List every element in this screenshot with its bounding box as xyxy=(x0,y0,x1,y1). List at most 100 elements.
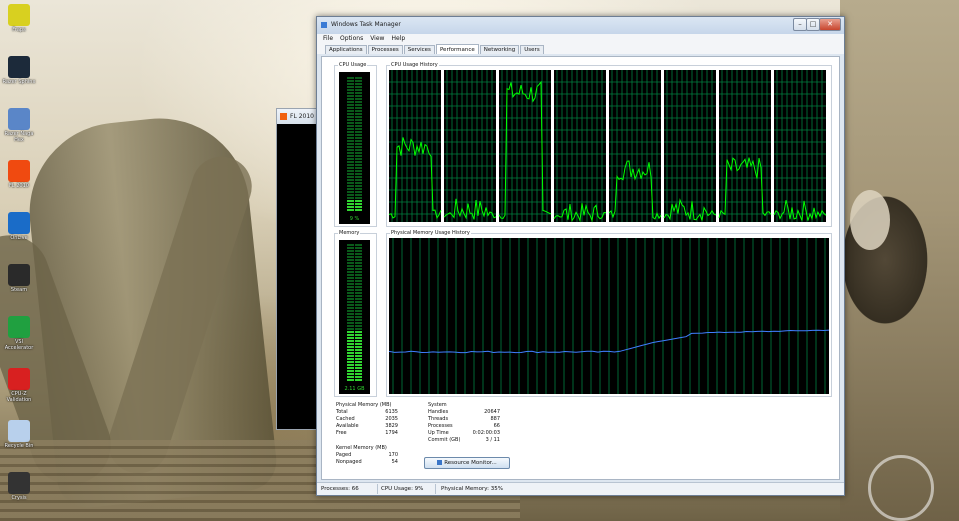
cpu-meter-segment xyxy=(347,104,354,106)
core-graph xyxy=(389,70,442,222)
menu-view[interactable]: View xyxy=(370,34,384,43)
fl-studio-icon xyxy=(280,113,287,120)
resource-monitor-button[interactable]: Resource Monitor... xyxy=(424,457,510,469)
tab-processes[interactable]: Processes xyxy=(367,45,403,54)
cpu-meter-segment xyxy=(355,203,362,205)
memory-meter-segment xyxy=(355,265,362,267)
cpu-meter-segment xyxy=(347,122,354,124)
fl-title-text: FL 2010 xyxy=(290,113,314,120)
memory-meter-segment xyxy=(355,253,362,255)
cpu-meter-segment xyxy=(355,155,362,157)
memory-meter-segment xyxy=(347,262,354,264)
title-bar[interactable]: Windows Task Manager – □ ✕ xyxy=(317,17,844,34)
cpu-usage-meter-bars xyxy=(347,77,362,211)
cpu-meter-segment xyxy=(347,107,354,109)
cpu-meter-segment xyxy=(347,134,354,136)
wallpaper-logo xyxy=(868,455,934,521)
memory-meter-segment xyxy=(347,319,354,321)
memory-meter-segment xyxy=(355,361,362,363)
cpu-meter-segment xyxy=(347,86,354,88)
desktop-icon[interactable]: Razer Sphinx xyxy=(2,56,36,85)
desktop-icon[interactable]: Recycle Bin xyxy=(2,420,36,449)
memory-meter-segment xyxy=(347,304,354,306)
memory-meter-segment xyxy=(347,259,354,261)
stats-value: 2035 xyxy=(385,416,398,422)
app-icon xyxy=(8,368,30,390)
memory-meter-segment xyxy=(347,334,354,336)
memory-meter-segment xyxy=(355,370,362,372)
cpu-meter-segment xyxy=(347,155,354,157)
desktop-icon-label: Fraps xyxy=(12,27,26,33)
memory-meter-segment xyxy=(355,346,362,348)
desktop-icon[interactable]: FL 2010 xyxy=(2,160,36,189)
desktop-icon[interactable]: OnLive xyxy=(2,212,36,241)
cpu-meter-segment xyxy=(355,185,362,187)
menu-file[interactable]: File xyxy=(323,34,333,43)
cpu-meter-segment xyxy=(347,101,354,103)
cpu-meter-segment xyxy=(355,104,362,106)
memory-meter-segment xyxy=(355,262,362,264)
stats-row: Cached 2035 xyxy=(336,416,398,422)
task-manager-window[interactable]: Windows Task Manager – □ ✕ File Options … xyxy=(316,16,845,496)
fl-studio-window[interactable]: FL 2010 xyxy=(276,108,320,430)
cpu-meter-segment xyxy=(347,179,354,181)
desktop-icon[interactable]: VSI Accelerator xyxy=(2,316,36,351)
memory-meter-segment xyxy=(347,328,354,330)
desktop-icon[interactable]: Crysis xyxy=(2,472,36,501)
maximize-button[interactable]: □ xyxy=(806,18,820,31)
cpu-meter-segment xyxy=(355,182,362,184)
cpu-history-graphs xyxy=(389,70,827,223)
close-button[interactable]: ✕ xyxy=(819,18,841,31)
stats-name: Paged xyxy=(336,452,352,458)
cpu-meter-segment xyxy=(355,152,362,154)
stats-value: 20647 xyxy=(484,409,500,415)
fl-title-bar[interactable]: FL 2010 xyxy=(277,109,319,124)
tab-networking[interactable]: Networking xyxy=(479,45,520,54)
core-graph xyxy=(498,70,552,222)
app-icon xyxy=(8,160,30,182)
cpu-meter-segment xyxy=(347,173,354,175)
cpu-meter-segment xyxy=(347,185,354,187)
cpu-meter-segment xyxy=(355,101,362,103)
memory-meter-segment xyxy=(347,271,354,273)
stats-name: Free xyxy=(336,430,347,436)
memory-meter-segment xyxy=(347,331,354,333)
tab-performance[interactable]: Performance xyxy=(435,44,479,54)
memory-meter-segment xyxy=(347,292,354,294)
physical-memory-label: Physical Memory (MB) xyxy=(336,402,392,408)
menu-help[interactable]: Help xyxy=(391,34,405,43)
cpu-history-group: CPU Usage History xyxy=(386,62,832,227)
cpu-meter-segment xyxy=(355,176,362,178)
cpu-meter-segment xyxy=(355,110,362,112)
task-manager-icon xyxy=(321,22,327,28)
status-cpu-usage: CPU Usage: 9% xyxy=(381,486,424,492)
tab-applications[interactable]: Applications xyxy=(325,45,367,54)
cpu-meter-segment xyxy=(355,98,362,100)
memory-meter-segment xyxy=(347,277,354,279)
menu-options[interactable]: Options xyxy=(340,34,363,43)
cpu-meter-segment xyxy=(355,146,362,148)
stats-row: Processes 66 xyxy=(428,423,500,429)
memory-meter-segment xyxy=(355,289,362,291)
tab-services[interactable]: Services xyxy=(403,45,435,54)
minimize-button[interactable]: – xyxy=(793,18,807,31)
memory-meter-segment xyxy=(355,337,362,339)
cpu-meter-segment xyxy=(347,197,354,199)
status-processes: Processes: 66 xyxy=(321,486,359,492)
tab-users[interactable]: Users xyxy=(520,45,544,54)
desktop-icon[interactable]: CPU-Z Validation xyxy=(2,368,36,403)
stats-row: Total 6135 xyxy=(336,409,398,415)
stats-value: 0:02:00:03 xyxy=(472,430,500,436)
stats-name: Total xyxy=(336,409,348,415)
cpu-meter-segment xyxy=(347,161,354,163)
desktop-icon[interactable]: Razer Naga Hex xyxy=(2,108,36,143)
stats-name: Nonpaged xyxy=(336,459,362,465)
cpu-meter-segment xyxy=(355,128,362,130)
desktop-icon[interactable]: Steam xyxy=(2,264,36,293)
desktop-icon[interactable]: Fraps xyxy=(2,4,36,33)
memory-meter-segment xyxy=(347,355,354,357)
cpu-meter-segment xyxy=(355,131,362,133)
desktop-icon-label: Steam xyxy=(10,287,28,293)
cpu-meter-segment xyxy=(347,131,354,133)
memory-meter-segment xyxy=(347,307,354,309)
